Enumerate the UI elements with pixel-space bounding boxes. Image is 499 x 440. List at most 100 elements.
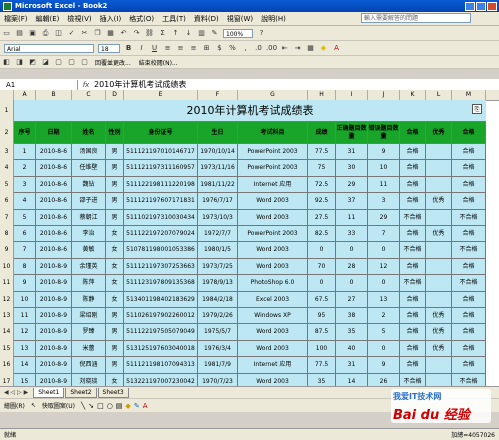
table-cell[interactable]: 合格 bbox=[400, 357, 426, 374]
row-header[interactable]: 13 bbox=[0, 308, 14, 325]
table-cell[interactable]: Word 2003 bbox=[238, 340, 308, 358]
table-cell[interactable]: 14 bbox=[14, 357, 36, 374]
table-cell[interactable]: 2010-8-6 bbox=[36, 144, 72, 161]
table-cell[interactable]: 77.5 bbox=[308, 357, 336, 374]
column-header[interactable]: I bbox=[336, 90, 368, 100]
table-cell[interactable]: Word 2003 bbox=[238, 242, 308, 259]
table-cell[interactable]: 李治 bbox=[72, 226, 106, 243]
table-cell[interactable]: 不合格 bbox=[400, 209, 426, 226]
table-cell[interactable]: 黄敏 bbox=[72, 242, 106, 259]
table-cell[interactable]: 2 bbox=[14, 160, 36, 177]
table-cell[interactable]: Word 2003 bbox=[238, 258, 308, 276]
table-cell[interactable] bbox=[426, 357, 452, 374]
draw-menu[interactable]: 繪圖(R) bbox=[4, 401, 25, 410]
table-cell[interactable]: 12 bbox=[368, 258, 400, 276]
font-size-select[interactable]: 18 bbox=[98, 43, 120, 53]
header-cell[interactable]: 生日 bbox=[198, 122, 238, 144]
undo-icon[interactable]: ↶ bbox=[118, 28, 129, 38]
table-cell[interactable]: 合格 bbox=[452, 226, 486, 243]
table-cell[interactable]: 9 bbox=[368, 357, 400, 374]
table-cell[interactable]: 87.5 bbox=[308, 324, 336, 341]
table-cell[interactable]: 2010-8-9 bbox=[36, 357, 72, 374]
table-cell[interactable]: 11 bbox=[368, 176, 400, 194]
column-header[interactable]: J bbox=[368, 90, 400, 100]
table-cell[interactable]: 不合格 bbox=[452, 242, 486, 259]
table-cell[interactable]: 3 bbox=[14, 176, 36, 194]
line-color-icon[interactable]: ✎ bbox=[134, 402, 140, 410]
paste-icon[interactable]: ▦ bbox=[105, 28, 116, 38]
menu-help[interactable]: 說明(H) bbox=[257, 14, 290, 24]
row-header[interactable]: 3 bbox=[0, 144, 14, 161]
sheet-title[interactable]: 2010年计算机考试成绩表 bbox=[14, 100, 486, 122]
table-cell[interactable]: 合格 bbox=[400, 308, 426, 325]
table-cell[interactable]: 511102197310030434 bbox=[124, 209, 198, 226]
table-cell[interactable]: 70 bbox=[308, 258, 336, 276]
formula-input[interactable]: 2010年计算机考试成绩表 bbox=[94, 79, 186, 90]
menu-window[interactable]: 視窗(W) bbox=[223, 14, 257, 24]
header-cell[interactable]: 考试科目 bbox=[238, 122, 308, 144]
italic-icon[interactable]: I bbox=[136, 43, 147, 53]
review-icon-2[interactable]: ◨ bbox=[14, 57, 25, 67]
decrease-indent-icon[interactable]: ⇤ bbox=[279, 43, 290, 53]
row-header[interactable]: 8 bbox=[0, 226, 14, 243]
row-header[interactable]: 11 bbox=[0, 275, 14, 292]
close-icon[interactable] bbox=[487, 1, 497, 11]
table-cell[interactable]: 29 bbox=[336, 176, 368, 194]
table-cell[interactable]: 27.5 bbox=[308, 209, 336, 226]
table-cell[interactable]: Word 2003 bbox=[238, 373, 308, 386]
table-cell[interactable]: 5 bbox=[14, 209, 36, 226]
table-cell[interactable]: 1978/9/13 bbox=[198, 275, 238, 292]
name-box[interactable]: A1 bbox=[0, 79, 78, 90]
table-cell[interactable]: 2010-8-6 bbox=[36, 226, 72, 243]
autoshapes-menu[interactable]: 快取圖案(U) bbox=[42, 401, 75, 410]
oval-icon[interactable]: ○ bbox=[107, 402, 113, 410]
table-cell[interactable]: 2010-8-9 bbox=[36, 275, 72, 292]
row-header[interactable]: 14 bbox=[0, 324, 14, 341]
table-cell[interactable]: 1970/10/14 bbox=[198, 144, 238, 161]
table-cell[interactable]: 罗臻 bbox=[72, 324, 106, 341]
header-cell[interactable]: 优秀 bbox=[426, 122, 452, 144]
table-cell[interactable]: 511122198111220198 bbox=[124, 176, 198, 194]
increase-decimal-icon[interactable]: .0 bbox=[253, 43, 264, 53]
percent-icon[interactable]: % bbox=[227, 43, 238, 53]
table-cell[interactable] bbox=[426, 242, 452, 259]
line-icon[interactable]: ╲ bbox=[81, 402, 85, 410]
cut-icon[interactable]: ✂ bbox=[79, 28, 90, 38]
table-cell[interactable]: 0 bbox=[368, 275, 400, 292]
review-icon-1[interactable]: ◧ bbox=[1, 57, 12, 67]
table-cell[interactable]: 92.5 bbox=[308, 193, 336, 210]
preview-icon[interactable]: ◫ bbox=[53, 28, 64, 38]
arrow-icon[interactable]: ↖ bbox=[31, 402, 36, 409]
table-cell[interactable]: Word 2003 bbox=[238, 324, 308, 341]
table-cell[interactable]: 合格 bbox=[452, 324, 486, 341]
table-cell[interactable]: 不合格 bbox=[452, 209, 486, 226]
table-cell[interactable]: 1 bbox=[14, 144, 36, 161]
table-cell[interactable]: 511121198107094313 bbox=[124, 357, 198, 374]
table-cell[interactable]: 513401198402183629 bbox=[124, 291, 198, 308]
table-cell[interactable]: 1980/1/5 bbox=[198, 242, 238, 259]
table-cell[interactable]: 513221197007230042 bbox=[124, 373, 198, 386]
table-cell[interactable]: 合格 bbox=[452, 291, 486, 308]
borders-icon[interactable]: ▦ bbox=[305, 43, 316, 53]
table-cell[interactable]: 4 bbox=[14, 193, 36, 210]
font-color-icon[interactable]: A bbox=[331, 43, 342, 53]
table-cell[interactable]: 合格 bbox=[452, 160, 486, 177]
table-cell[interactable]: 1970/7/23 bbox=[198, 373, 238, 386]
table-cell[interactable]: 29 bbox=[368, 209, 400, 226]
row-header[interactable]: 12 bbox=[0, 291, 14, 308]
table-cell[interactable]: 2010-8-9 bbox=[36, 308, 72, 325]
table-cell[interactable]: 合格 bbox=[400, 258, 426, 276]
end-review-button[interactable]: 結束校閱(N)... bbox=[139, 58, 178, 67]
table-cell[interactable]: 男 bbox=[106, 209, 124, 226]
table-cell[interactable]: 女 bbox=[106, 373, 124, 386]
table-cell[interactable]: 不合格 bbox=[452, 275, 486, 292]
table-cell[interactable]: 合格 bbox=[452, 308, 486, 325]
table-cell[interactable]: 不合格 bbox=[452, 373, 486, 386]
table-cell[interactable]: 30 bbox=[336, 160, 368, 177]
row-header[interactable]: 4 bbox=[0, 160, 14, 177]
review-icon-5[interactable]: ▢ bbox=[53, 57, 64, 67]
review-icon-7[interactable]: ▢ bbox=[79, 57, 90, 67]
zoom-select[interactable]: 100% bbox=[223, 28, 253, 38]
minimize-icon[interactable] bbox=[465, 1, 475, 11]
table-cell[interactable]: 31 bbox=[336, 144, 368, 161]
